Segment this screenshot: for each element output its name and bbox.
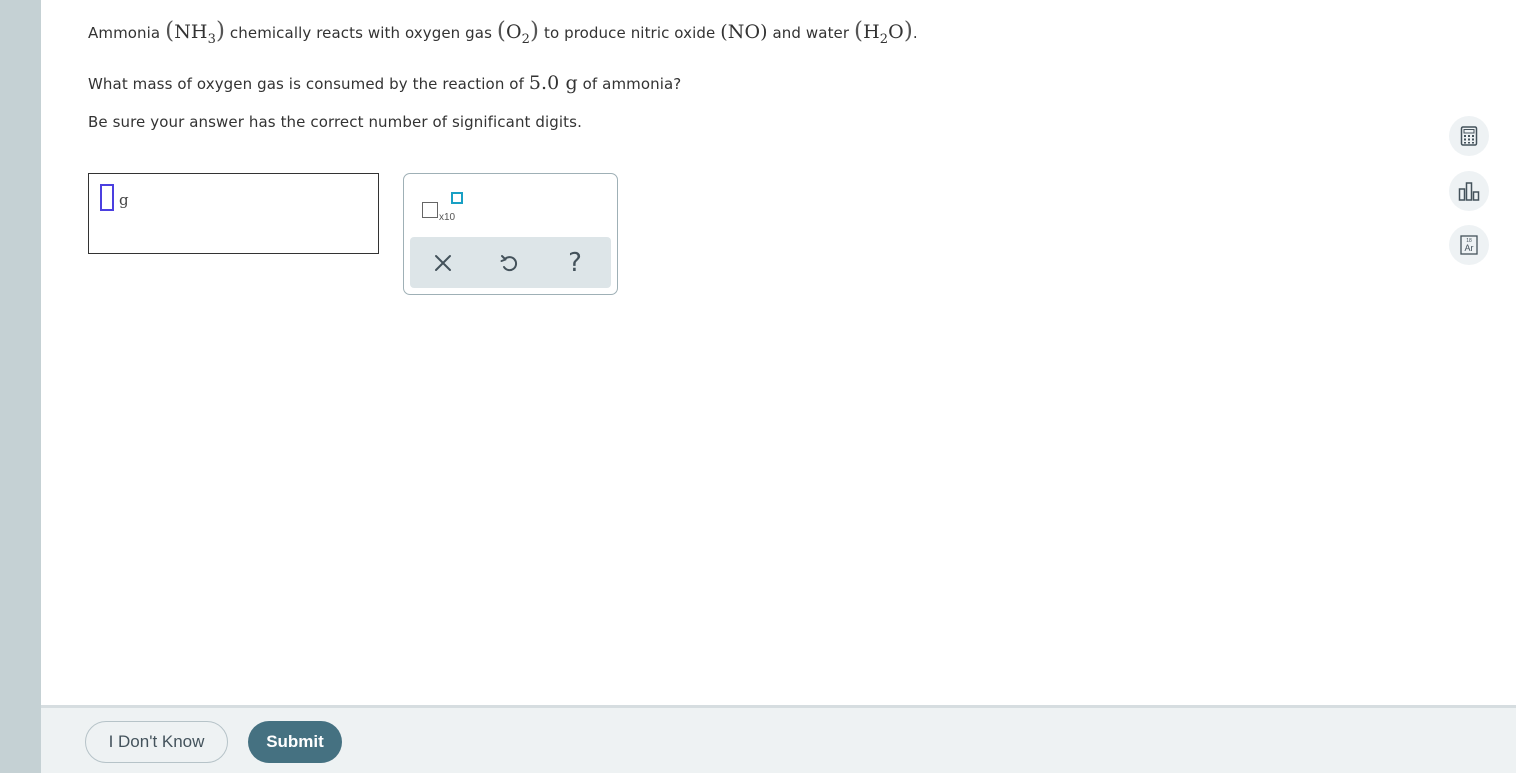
formula-main: H xyxy=(863,21,880,43)
formula-no: (NO) xyxy=(720,21,768,43)
formula-main: O xyxy=(888,21,904,43)
calculator-icon xyxy=(1460,126,1478,146)
paren-close: ) xyxy=(215,18,226,44)
formula-o2: O2 xyxy=(505,21,530,47)
formula-main: NO xyxy=(727,21,761,43)
formula-subscript: 2 xyxy=(879,32,889,47)
answer-input-slot[interactable] xyxy=(100,184,114,211)
calculator-button[interactable] xyxy=(1449,116,1489,156)
undo-icon xyxy=(500,255,518,272)
periodic-table-icon: 18 Ar xyxy=(1460,235,1478,255)
left-rail xyxy=(0,0,41,773)
formula-nh3: NH3 xyxy=(174,21,216,47)
question-text: to produce nitric oxide xyxy=(543,24,716,42)
footer-bar: I Don't Know Submit xyxy=(41,705,1516,773)
close-icon xyxy=(435,255,451,271)
paren-open: ( xyxy=(496,18,506,44)
answer-unit: g xyxy=(119,191,129,209)
question-text: of ammonia? xyxy=(582,75,682,93)
sentence-period: . xyxy=(912,24,918,42)
formula-subscript: 2 xyxy=(521,32,531,47)
help-button[interactable]: ? xyxy=(557,245,593,281)
paren-open: ( xyxy=(854,18,864,44)
formula-main: O xyxy=(505,21,522,43)
dont-know-button[interactable]: I Don't Know xyxy=(85,721,228,763)
palette-actions: ? xyxy=(410,237,611,288)
question-text: What mass of oxygen gas is consumed by t… xyxy=(88,75,524,93)
given-mass: 5.0 g xyxy=(528,72,578,94)
formula-subscript: 3 xyxy=(207,32,216,47)
periodic-table-button[interactable]: 18 Ar xyxy=(1449,225,1489,265)
formula-main: NH xyxy=(174,21,208,43)
undo-button[interactable] xyxy=(491,245,527,281)
instruction-text: Be sure your answer has the correct numb… xyxy=(88,113,582,131)
answer-input-box[interactable]: g xyxy=(88,173,379,254)
ptable-symbol: Ar xyxy=(1465,243,1474,253)
question-text: and water xyxy=(772,24,850,42)
paren-close: ) xyxy=(903,18,913,44)
exponent-slot-icon xyxy=(451,192,463,204)
question-text: chemically reacts with oxygen gas xyxy=(229,24,492,42)
question-text: Ammonia xyxy=(88,24,161,42)
scientific-notation-button[interactable]: x10 xyxy=(421,192,469,223)
x10-label: x10 xyxy=(439,212,456,223)
math-palette: x10 ? xyxy=(403,173,618,295)
submit-button[interactable]: Submit xyxy=(248,721,342,763)
paren-close: ) xyxy=(530,18,540,44)
question-line-1: Ammonia (NH3) chemically reacts with oxy… xyxy=(88,18,918,47)
clear-button[interactable] xyxy=(425,245,461,281)
mantissa-slot-icon xyxy=(422,202,438,218)
formula-h2o: H2O xyxy=(863,21,904,47)
data-chart-button[interactable] xyxy=(1449,171,1489,211)
bar-chart-icon xyxy=(1458,182,1480,201)
question-line-2: What mass of oxygen gas is consumed by t… xyxy=(88,72,681,94)
paren-open: ( xyxy=(165,18,175,44)
